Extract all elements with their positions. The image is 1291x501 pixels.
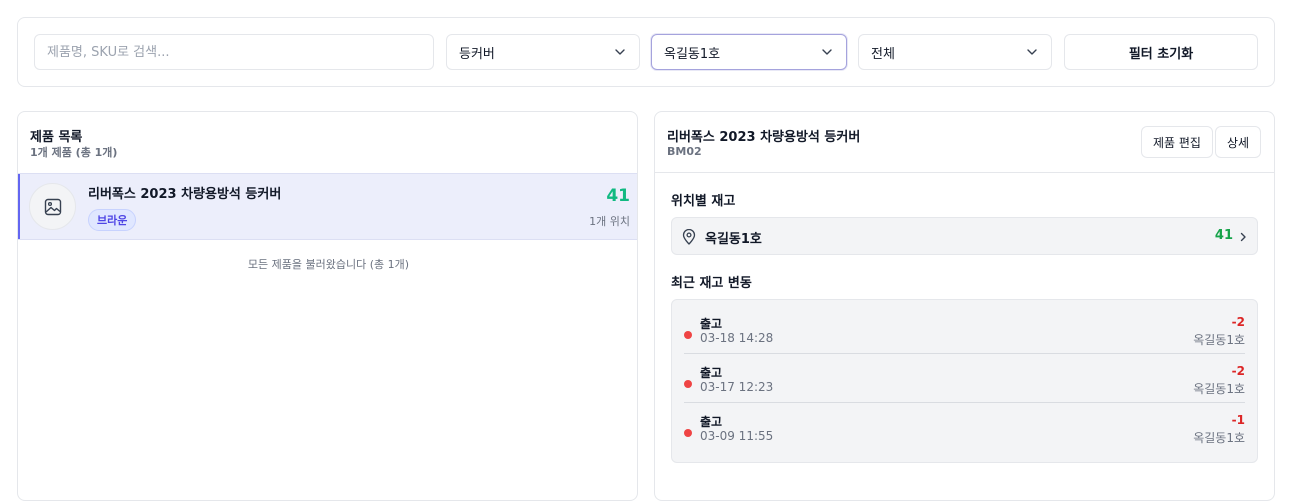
- product-location-count: 1개 위치: [589, 215, 630, 228]
- stock-location-name: 옥길동1호: [705, 232, 762, 247]
- history-location: 옥길동1호: [1193, 382, 1245, 396]
- product-list-panel: 제품 목록 1개 제품 (총 1개) 리버폭스 2023 차량용방석 등커버 브…: [17, 111, 638, 501]
- location-select[interactable]: 옥길동1호: [651, 34, 847, 70]
- divider: [655, 172, 1274, 173]
- history-change: -2: [1231, 364, 1245, 378]
- history-type: 출고: [700, 366, 723, 380]
- history-date: 03-17 12:23: [700, 380, 774, 394]
- outbound-dot: [684, 429, 692, 437]
- divider: [684, 353, 1245, 354]
- detail-button[interactable]: 상세: [1215, 126, 1262, 158]
- product-name: 리버폭스 2023 차량용방석 등커버: [88, 187, 282, 202]
- chevron-down-icon: [615, 49, 625, 55]
- history-row: 출고 03-17 12:23 -2 옥길동1호: [684, 356, 1245, 405]
- product-list-title: 제품 목록: [30, 130, 83, 145]
- history-row: 출고 03-18 14:28 -2 옥길동1호: [684, 307, 1245, 356]
- map-pin-icon: [682, 229, 696, 245]
- category-select-value: 등커버: [459, 46, 495, 62]
- reset-filters-button[interactable]: 필터 초기화: [1064, 34, 1258, 70]
- stock-by-location-title: 위치별 재고: [671, 194, 736, 209]
- history-location: 옥길동1호: [1193, 333, 1245, 347]
- product-color-badge: 브라운: [88, 209, 137, 231]
- selected-indicator: [18, 174, 20, 239]
- chevron-right-icon: [1240, 232, 1246, 242]
- location-select-value: 옥길동1호: [664, 46, 721, 62]
- product-thumbnail: [29, 183, 76, 230]
- stock-history-list: 출고 03-18 14:28 -2 옥길동1호 출고 03-17 12:23 -…: [671, 299, 1258, 463]
- image-icon: [44, 198, 61, 215]
- filter-bar: 등커버 옥길동1호 전체 필터 초기화: [17, 17, 1275, 87]
- outbound-dot: [684, 380, 692, 388]
- detail-title: 리버폭스 2023 차량용방석 등커버: [667, 130, 861, 145]
- recent-changes-title: 최근 재고 변동: [671, 276, 752, 291]
- history-change: -2: [1231, 315, 1245, 329]
- product-row[interactable]: 리버폭스 2023 차량용방석 등커버 브라운 41 1개 위치: [18, 173, 637, 240]
- chevron-down-icon: [822, 49, 832, 55]
- outbound-dot: [684, 331, 692, 339]
- divider: [684, 402, 1245, 403]
- search-input[interactable]: [34, 34, 434, 70]
- stock-location-row[interactable]: 옥길동1호 41: [671, 217, 1258, 255]
- history-date: 03-18 14:28: [700, 331, 774, 345]
- edit-product-button[interactable]: 제품 편집: [1141, 126, 1213, 158]
- history-type: 출고: [700, 317, 723, 331]
- status-select[interactable]: 전체: [858, 34, 1052, 70]
- history-location: 옥길동1호: [1193, 431, 1245, 445]
- detail-sku: BM02: [667, 145, 702, 158]
- status-select-value: 전체: [871, 46, 895, 62]
- list-footer-message: 모든 제품을 불러왔습니다 (총 1개): [247, 258, 410, 271]
- category-select[interactable]: 등커버: [446, 34, 640, 70]
- product-quantity: 41: [606, 186, 630, 206]
- history-row: 출고 03-09 11:55 -1 옥길동1호: [684, 405, 1245, 454]
- history-date: 03-09 11:55: [700, 429, 774, 443]
- history-change: -1: [1231, 413, 1245, 427]
- history-type: 출고: [700, 415, 723, 429]
- product-detail-panel: 리버폭스 2023 차량용방석 등커버 BM02 제품 편집 상세 위치별 재고…: [654, 111, 1275, 501]
- chevron-down-icon: [1027, 49, 1037, 55]
- stock-location-quantity: 41: [1214, 228, 1233, 243]
- product-list-count: 1개 제품 (총 1개): [30, 146, 118, 159]
